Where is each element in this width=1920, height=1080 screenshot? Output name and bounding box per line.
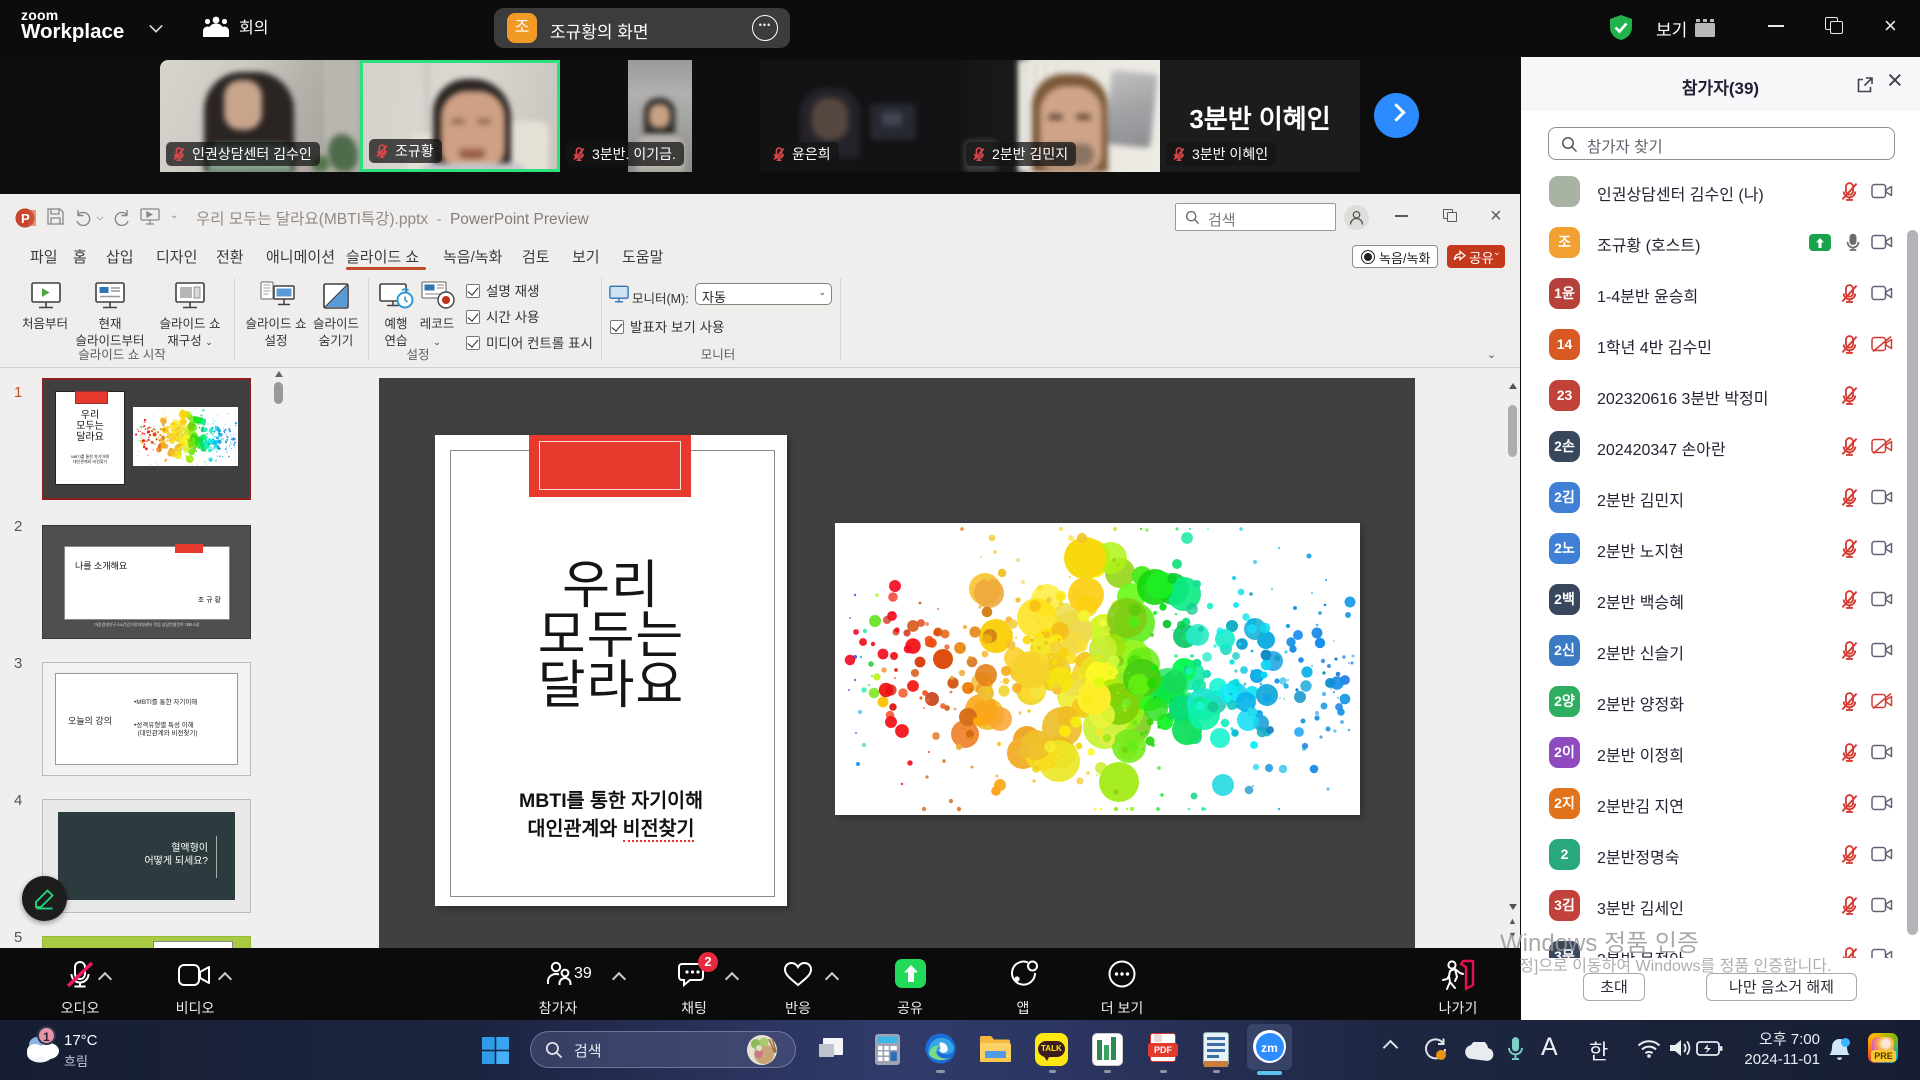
svg-text:P: P [21,211,30,226]
